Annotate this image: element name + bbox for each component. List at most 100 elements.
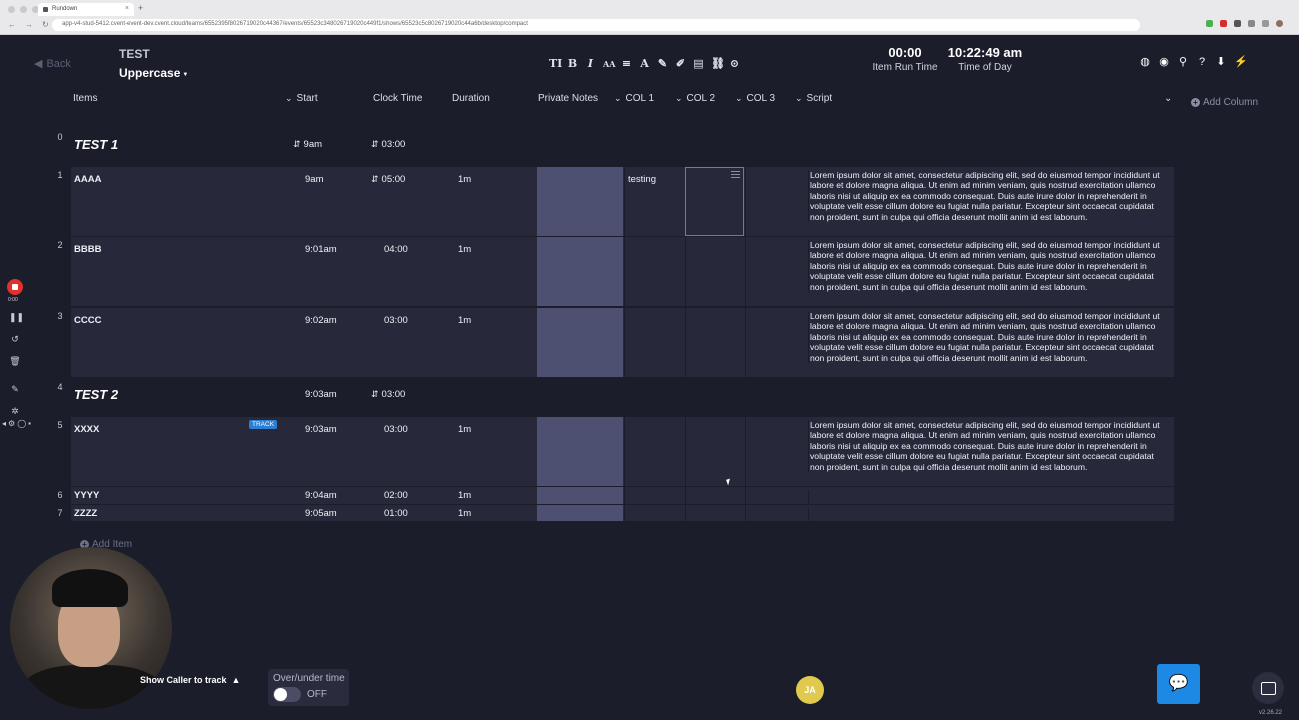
search-icon[interactable]: ⚲ [1177,56,1189,68]
item-name[interactable]: AAAA [74,174,101,185]
col2-cell[interactable] [685,237,744,306]
clock-time[interactable]: 03:00 [384,424,408,435]
col3-cell[interactable] [745,308,804,377]
camera-icon[interactable]: ▪ [28,419,31,428]
col3-cell[interactable] [745,237,804,306]
extension-icon[interactable] [1234,20,1241,27]
column-header-duration[interactable]: Duration [452,93,490,104]
add-column-button[interactable]: + Add Column [1191,97,1258,108]
column-header-col2[interactable]: COL 2 [675,93,716,104]
duration[interactable]: 1m [458,315,471,326]
forward-arrow-icon[interactable]: → [25,20,33,29]
extension-icon[interactable] [1206,20,1213,27]
col1-cell[interactable] [624,237,683,306]
show-caller-button[interactable]: Show Caller to track ▲ [140,675,240,685]
over-under-toggle[interactable] [273,687,301,702]
eye-icon[interactable]: ◉ [1158,56,1170,68]
new-tab-icon[interactable]: + [138,3,143,13]
column-header-col3[interactable]: COL 3 [735,93,776,104]
effects-icon[interactable]: ✲ [9,405,21,417]
private-notes-cell[interactable] [537,417,623,486]
list-icon[interactable] [731,171,740,178]
col2-cell[interactable] [685,417,744,486]
item-name[interactable]: BBBB [74,244,101,255]
profile-icon[interactable] [1276,20,1283,27]
link-icon[interactable]: ⛓ [711,57,725,70]
text-size-icon[interactable]: TI [549,57,562,70]
font-size-icon[interactable]: AA [603,59,615,69]
col1-cell[interactable] [624,505,683,521]
table-row[interactable]: ZZZZ 9:05am 01:00 1m [71,505,1174,524]
pause-icon[interactable]: ❚❚ [9,311,24,323]
text-color-icon[interactable]: A [639,57,650,70]
chat-button[interactable]: 💬 [1157,664,1200,704]
duration[interactable]: 1m [458,174,471,185]
private-notes-cell[interactable] [537,487,623,504]
extension-icon[interactable] [1262,20,1269,27]
chevron-down-icon[interactable]: ⌄ [1164,93,1172,104]
table-row[interactable]: CCCC 9:02am 03:00 1m Lorem ipsum dolor s… [71,308,1174,378]
clock-time[interactable]: 04:00 [384,244,408,255]
extension-icon[interactable] [1220,20,1227,27]
duration[interactable]: 1m [458,508,471,519]
eraser-icon[interactable]: ✐ [675,57,686,70]
duration[interactable]: 1m [458,490,471,501]
col1-cell[interactable] [624,308,683,377]
user-avatar[interactable]: JA [796,676,824,704]
back-arrow-icon[interactable]: ← [8,20,16,29]
segment-header[interactable]: TEST 1 ⇵ 9am ⇵ 03:00 [71,127,1174,163]
private-notes-cell[interactable] [537,167,623,236]
column-header-col1[interactable]: COL 1 [614,93,655,104]
col1-cell[interactable]: testing [624,167,683,236]
clock-time[interactable]: ⇵ 05:00 [371,174,405,185]
bolt-icon[interactable]: ⚡ [1234,56,1248,68]
col3-cell[interactable] [745,417,804,486]
column-header-script[interactable]: Script [795,93,833,104]
col3-cell[interactable] [745,487,804,504]
private-notes-cell[interactable] [537,308,623,377]
column-header-clock-time[interactable]: Clock Time [373,93,422,104]
close-tab-icon[interactable]: × [125,5,129,12]
item-name[interactable]: CCCC [74,315,101,326]
browser-tab[interactable]: Rundown × [38,3,134,16]
column-header-items[interactable]: Items [73,93,97,104]
track-badge[interactable]: TRACK [249,420,278,429]
globe-icon[interactable]: ◍ [1139,56,1151,68]
item-name[interactable]: XXXX [74,424,99,435]
duration[interactable]: 1m [458,244,471,255]
clock-time[interactable]: 01:00 [384,508,408,519]
circle-icon[interactable]: ◯ [17,419,26,428]
private-notes-cell[interactable] [537,505,623,521]
item-name[interactable]: YYYY [74,490,99,501]
col3-cell[interactable] [745,505,804,521]
column-header-private-notes[interactable]: Private Notes [538,93,598,104]
help-icon[interactable]: ? [1196,56,1208,68]
table-row[interactable]: AAAA 9am ⇵ 05:00 1m testing Lorem ipsum … [71,167,1174,237]
messenger-button[interactable] [1252,672,1284,704]
column-header-start[interactable]: Start [285,93,318,104]
highlight-icon[interactable]: ✎ [657,57,668,70]
col3-cell[interactable] [745,167,804,236]
italic-icon[interactable]: I [585,57,596,70]
script-cell[interactable]: Lorem ipsum dolor sit amet, consectetur … [808,170,1168,223]
reload-icon[interactable]: ↻ [42,20,49,29]
col1-cell[interactable] [624,417,683,486]
item-name[interactable]: ZZZZ [74,508,97,519]
col2-cell[interactable] [685,505,744,521]
back-button[interactable]: ◀ Back [34,57,71,71]
case-selector[interactable]: Uppercase ▼ [119,66,188,80]
restart-icon[interactable]: ↺ [9,333,21,345]
trash-icon[interactable]: 🗑 [9,355,21,367]
col2-cell-selected[interactable] [685,167,744,236]
image-icon[interactable]: ▤ [693,57,704,70]
timer-icon[interactable]: ⊙ [729,57,740,70]
chevron-left-icon[interactable]: ◂ [2,419,6,428]
script-cell[interactable] [808,508,1168,524]
col2-cell[interactable] [685,308,744,377]
bold-icon[interactable]: B [567,57,578,70]
clock-time[interactable]: 02:00 [384,490,408,501]
extension-icon[interactable] [1248,20,1255,27]
private-notes-cell[interactable] [537,237,623,306]
window-controls[interactable] [8,6,39,13]
align-icon[interactable]: ≡ [621,57,632,70]
